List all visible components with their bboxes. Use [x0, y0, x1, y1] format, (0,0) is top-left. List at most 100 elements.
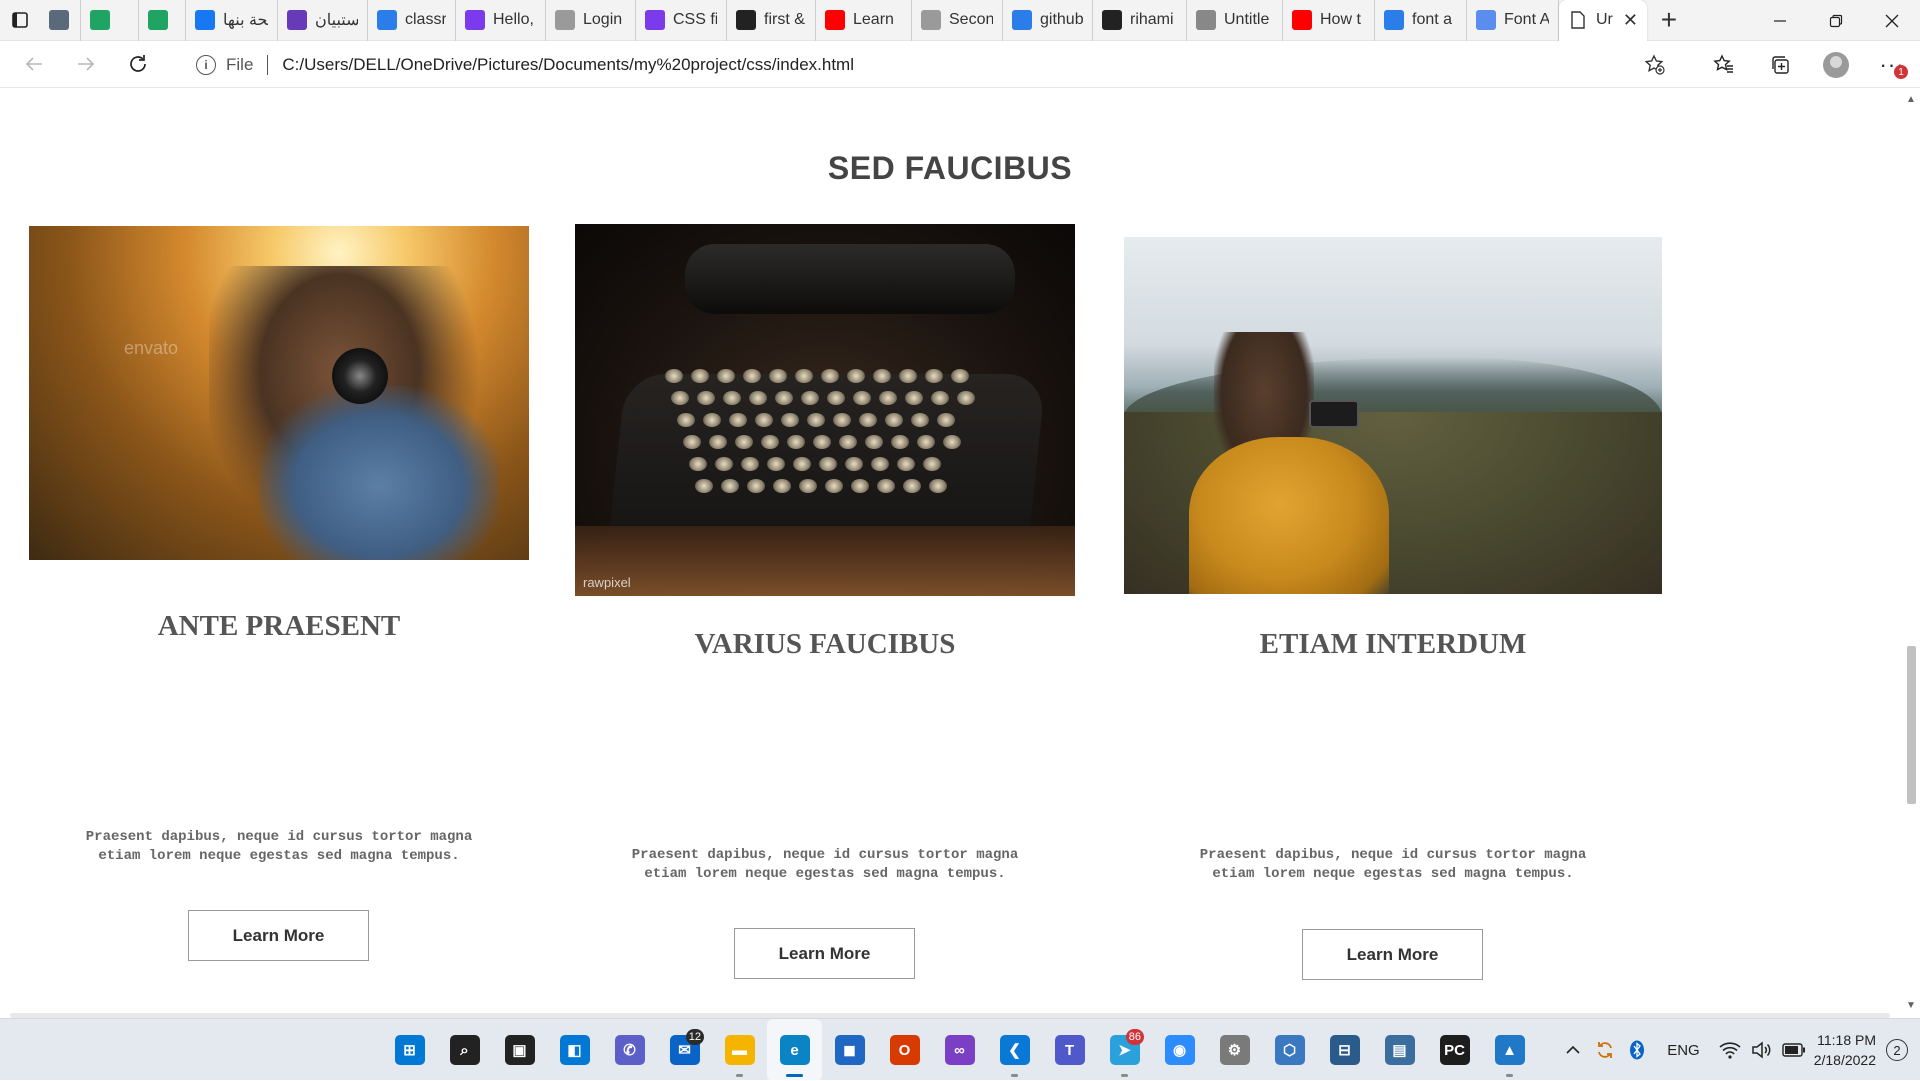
google-drive-icon [148, 10, 168, 30]
taskbar-app-box-app[interactable]: ⬡ [1262, 1019, 1317, 1081]
url-text[interactable]: C:/Users/DELL/OneDrive/Pictures/Document… [282, 55, 854, 75]
photo-key [781, 413, 799, 427]
tab-5[interactable]: استبيان [278, 0, 368, 41]
tab-title: Login [583, 11, 623, 28]
tab-6[interactable]: classro [368, 0, 456, 41]
new-tab-button[interactable]: + [1647, 0, 1691, 41]
photo-key [799, 479, 817, 493]
collections-button[interactable] [1752, 41, 1808, 88]
taskbar-app-store[interactable]: ◼ [822, 1019, 877, 1081]
vertical-scrollbar[interactable]: ▲ ▼ [1902, 88, 1920, 1018]
tab-12[interactable]: Secon [912, 0, 1003, 41]
scrollbar-thumb[interactable] [1907, 646, 1916, 804]
taskbar-app-photos[interactable]: ▲ [1482, 1019, 1537, 1081]
tab-14[interactable]: rihami [1093, 0, 1187, 41]
python-app-icon: ▤ [1384, 1035, 1415, 1065]
bing-icon [377, 10, 397, 30]
tab-18[interactable]: Font A [1467, 0, 1559, 41]
address-separator [267, 55, 269, 75]
taskbar-apps: ⊞ ⌕ ▣ ◧ ✆ ✉ 12 ▬ e ◼ O ∞ ❮ T ➤ 86 ◉ ⚙ ⬡ ⊟ ▤ PC ▲ [382, 1019, 1537, 1081]
tab-active[interactable]: Ur ✕ [1559, 0, 1647, 41]
address-bar[interactable]: i File C:/Users/DELL/OneDrive/Pictures/D… [180, 47, 1680, 83]
taskbar-app-search[interactable]: ⌕ [437, 1019, 492, 1081]
taskbar-app-file-explorer[interactable]: ▬ [712, 1019, 767, 1081]
tab-4[interactable]: صفحة بنها [186, 0, 278, 41]
tab-11[interactable]: Learn [816, 0, 912, 41]
taskbar-app-settings-app[interactable]: ⚙ [1207, 1019, 1262, 1081]
minimize-button[interactable] [1752, 0, 1808, 41]
taskbar-app-zoom[interactable]: ◉ [1152, 1019, 1207, 1081]
profile-button[interactable] [1808, 41, 1864, 88]
clock[interactable]: 11:18 PM 2/18/2022 [1810, 1019, 1880, 1081]
tab-15[interactable]: Untitle [1187, 0, 1283, 41]
learn-more-button[interactable]: Learn More [1302, 929, 1483, 980]
card-heading: ANTE PRAESENT [157, 610, 401, 642]
tab-1[interactable] [40, 0, 81, 41]
forward-button[interactable] [60, 44, 112, 84]
tab-3[interactable] [139, 0, 186, 41]
taskbar-app-widgets[interactable]: ◧ [547, 1019, 602, 1081]
settings-menu-button[interactable]: ··· 1 [1864, 41, 1920, 88]
photo-key [821, 369, 839, 383]
taskbar-app-task-view[interactable]: ▣ [492, 1019, 547, 1081]
taskbar-app-edge[interactable]: e [767, 1019, 822, 1081]
photo-key [729, 413, 747, 427]
store-icon: ◼ [834, 1035, 865, 1065]
taskbar-app-remote-desktop[interactable]: ⊟ [1317, 1019, 1372, 1081]
notification-center-button[interactable]: 2 [1886, 1039, 1908, 1061]
taskbar-app-vscode[interactable]: ❮ [987, 1019, 1042, 1081]
photo-key [689, 457, 707, 471]
bluetooth-icon[interactable] [1621, 1019, 1653, 1081]
photo-key [749, 391, 767, 405]
tab-8[interactable]: Login [546, 0, 636, 41]
tab-title: github [1040, 11, 1083, 28]
back-button[interactable] [8, 44, 60, 84]
learn-more-button[interactable]: Learn More [734, 928, 915, 979]
favorites-button[interactable] [1696, 41, 1752, 88]
close-tab-icon[interactable]: ✕ [1623, 10, 1638, 31]
sync-icon[interactable] [1589, 1019, 1621, 1081]
taskbar-app-python-app[interactable]: ▤ [1372, 1019, 1427, 1081]
tab-9[interactable]: CSS fir [636, 0, 727, 41]
tab-2[interactable] [81, 0, 139, 41]
start-icon: ⊞ [394, 1035, 425, 1065]
restore-button[interactable] [1808, 0, 1864, 41]
photo-key [827, 391, 845, 405]
tab-actions-button[interactable] [0, 0, 40, 41]
running-indicator [736, 1074, 743, 1077]
show-hidden-icons[interactable] [1557, 1019, 1589, 1081]
tab-13[interactable]: github [1003, 0, 1093, 41]
close-window-button[interactable] [1864, 0, 1920, 41]
photo-key [917, 435, 935, 449]
tab-16[interactable]: How t [1283, 0, 1375, 41]
learn-more-button[interactable]: Learn More [188, 910, 369, 961]
taskbar-app-chat[interactable]: ✆ [602, 1019, 657, 1081]
taskbar-app-office[interactable]: O [877, 1019, 932, 1081]
tab-title: Secon [949, 11, 993, 28]
taskbar-app-mail[interactable]: ✉ 12 [657, 1019, 712, 1081]
taskbar-app-telegram[interactable]: ➤ 86 [1097, 1019, 1152, 1081]
site-info-icon[interactable]: i [196, 55, 216, 75]
typewriter-photo: rawpixel [575, 224, 1075, 596]
taskbar-app-teams[interactable]: T [1042, 1019, 1097, 1081]
refresh-button[interactable] [112, 44, 164, 84]
system-tray: ENG 11:18 PM 2/18/2022 2 [1557, 1019, 1920, 1081]
photo-key [957, 391, 975, 405]
scroll-up-icon[interactable]: ▲ [1905, 94, 1917, 106]
photo-key [755, 413, 773, 427]
taskbar-app-pycharm[interactable]: PC [1427, 1019, 1482, 1081]
photo-key [943, 435, 961, 449]
scroll-down-icon[interactable]: ▼ [1905, 1000, 1917, 1012]
taskbar-app-start[interactable]: ⊞ [382, 1019, 437, 1081]
add-favorite-icon[interactable] [1644, 54, 1666, 81]
photo-key [851, 479, 869, 493]
wifi-icon[interactable] [1714, 1019, 1746, 1081]
volume-icon[interactable] [1746, 1019, 1778, 1081]
language-indicator[interactable]: ENG [1653, 1019, 1714, 1081]
tab-10[interactable]: first & [727, 0, 816, 41]
google-drive-icon [90, 10, 110, 30]
battery-icon[interactable] [1778, 1019, 1810, 1081]
taskbar-app-visual-studio[interactable]: ∞ [932, 1019, 987, 1081]
tab-17[interactable]: font a [1375, 0, 1467, 41]
tab-7[interactable]: Hello, [456, 0, 546, 41]
